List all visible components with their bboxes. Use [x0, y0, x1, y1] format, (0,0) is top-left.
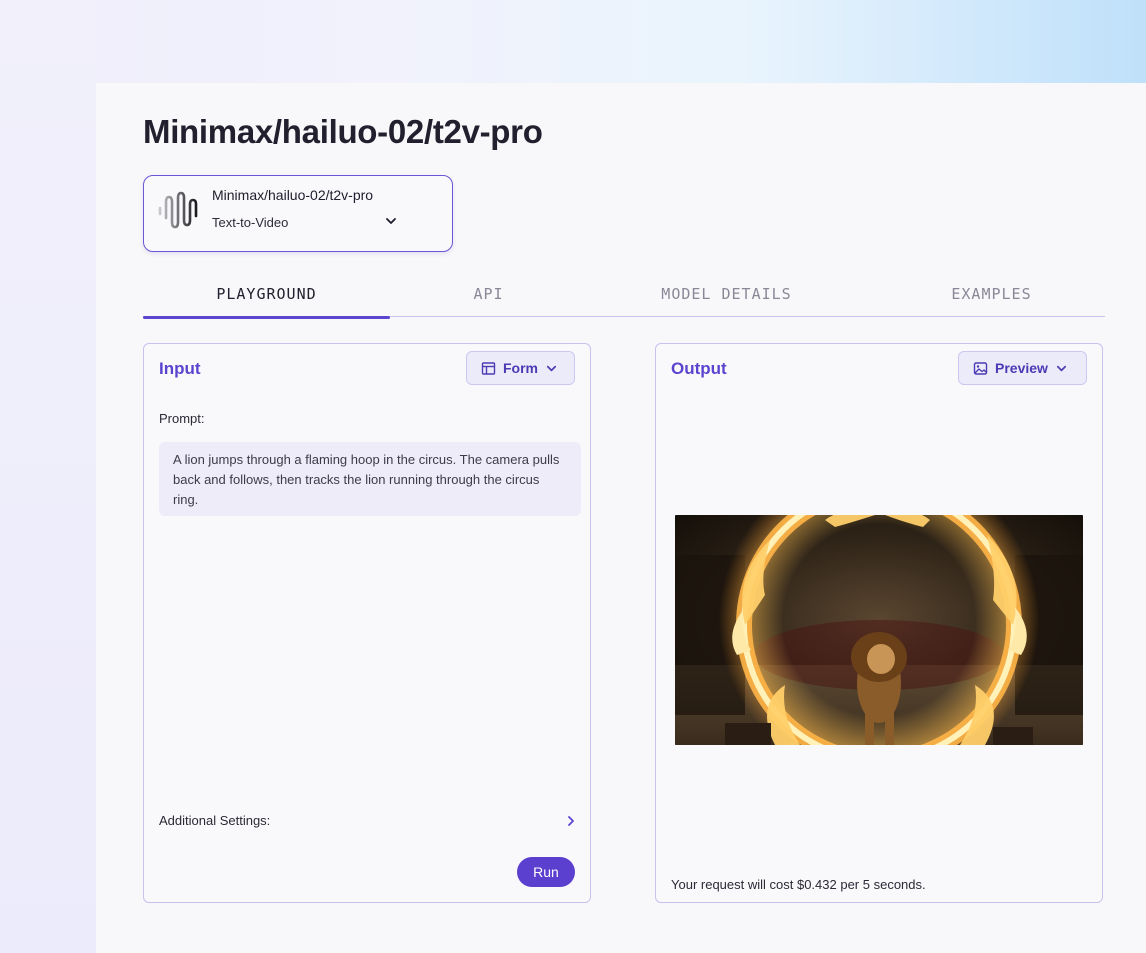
output-panel-title: Output — [671, 359, 727, 378]
input-panel: Input Form Prompt: A lion jumps through … — [143, 343, 591, 903]
model-selector[interactable]: Minimax/hailuo-02/t2v-pro Text-to-Video — [143, 175, 453, 252]
input-panel-title: Input — [159, 359, 201, 378]
left-background-strip — [0, 0, 96, 953]
tab-examples[interactable]: EXAMPLES — [868, 271, 1115, 317]
tab-model-details[interactable]: MODEL DETAILS — [603, 271, 850, 317]
image-icon — [973, 361, 988, 375]
run-button[interactable]: Run — [517, 857, 575, 887]
cost-estimate: Your request will cost $0.432 per 5 seco… — [671, 877, 926, 892]
preview-mode-label: Preview — [995, 360, 1048, 376]
form-mode-dropdown[interactable]: Form — [466, 351, 575, 385]
form-mode-label: Form — [503, 360, 538, 376]
waveform-logo-icon — [158, 191, 198, 229]
tab-label: PLAYGROUND — [216, 285, 317, 303]
table-icon — [481, 361, 496, 375]
tab-playground[interactable]: PLAYGROUND — [143, 271, 390, 319]
prompt-label: Prompt: — [159, 411, 205, 426]
chevron-down-icon — [546, 365, 557, 371]
tab-api[interactable]: API — [365, 271, 612, 317]
model-name: Minimax/hailuo-02/t2v-pro — [212, 187, 374, 203]
active-tab-indicator — [143, 316, 390, 319]
tab-label: EXAMPLES — [951, 285, 1032, 303]
prompt-input[interactable]: A lion jumps through a flaming hoop in t… — [159, 442, 581, 516]
model-type: Text-to-Video — [212, 215, 289, 230]
tab-bar: PLAYGROUND API MODEL DETAILS EXAMPLES — [143, 271, 1105, 319]
tab-label: API — [473, 285, 504, 303]
chevron-down-icon — [1056, 365, 1066, 371]
chevron-right-icon[interactable] — [564, 814, 578, 828]
main-content: Minimax/hailuo-02/t2v-pro Minimax/hailuo… — [96, 83, 1146, 953]
tab-label: MODEL DETAILS — [661, 285, 792, 303]
output-video-preview[interactable] — [675, 515, 1083, 745]
preview-mode-dropdown[interactable]: Preview — [958, 351, 1087, 385]
output-panel: Output Preview Your request will cost $0… — [655, 343, 1103, 903]
lion-flaming-hoop-image — [675, 515, 1083, 745]
page-title: Minimax/hailuo-02/t2v-pro — [143, 113, 543, 150]
chevron-down-icon[interactable] — [384, 214, 398, 228]
additional-settings-label: Additional Settings: — [159, 813, 271, 828]
